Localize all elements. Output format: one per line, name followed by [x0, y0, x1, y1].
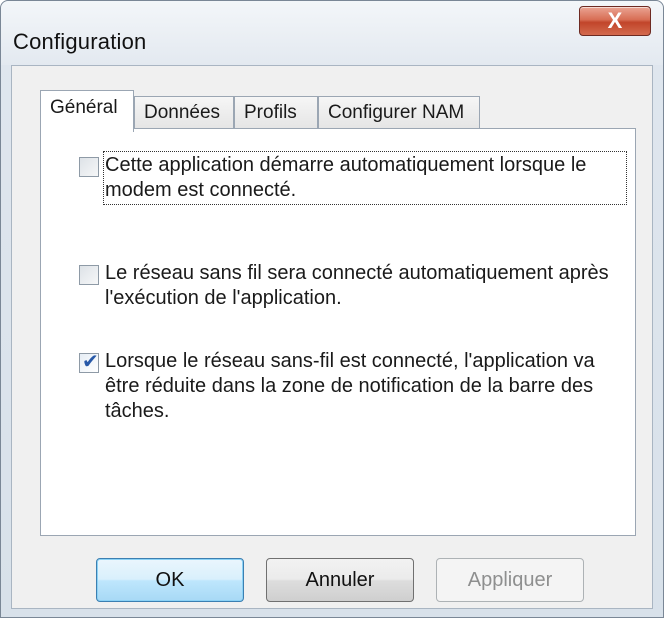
minimize-to-tray-label[interactable]: Lorsque le réseau sans-fil est connecté,… [105, 349, 625, 424]
tab-donnees[interactable]: Données [134, 96, 234, 130]
general-tab-panel: Cette application démarre automatiquemen… [40, 128, 636, 536]
tab-general[interactable]: Général [40, 90, 134, 132]
apply-button[interactable]: Appliquer [436, 558, 584, 602]
configuration-dialog: Configuration X Général Données Profils … [0, 0, 664, 618]
auto-start-checkbox[interactable] [79, 157, 99, 177]
dialog-body: Général Données Profils Configurer NAM C… [11, 65, 653, 609]
tab-configurer-nam[interactable]: Configurer NAM [318, 96, 480, 130]
minimize-to-tray-checkbox[interactable]: ✔ [79, 351, 99, 373]
cancel-button[interactable]: Annuler [266, 558, 414, 602]
window-title: Configuration [13, 29, 147, 54]
title-bar[interactable]: Configuration X [1, 1, 663, 65]
ok-button[interactable]: OK [96, 558, 244, 602]
auto-connect-label[interactable]: Le réseau sans fil sera connecté automat… [105, 261, 625, 311]
close-button[interactable]: X [579, 6, 651, 36]
tab-profils[interactable]: Profils [234, 96, 318, 130]
check-icon: ✔ [82, 351, 99, 373]
close-icon: X [607, 8, 623, 33]
auto-connect-checkbox[interactable] [79, 265, 99, 285]
auto-start-label[interactable]: Cette application démarre automatiquemen… [103, 151, 627, 205]
